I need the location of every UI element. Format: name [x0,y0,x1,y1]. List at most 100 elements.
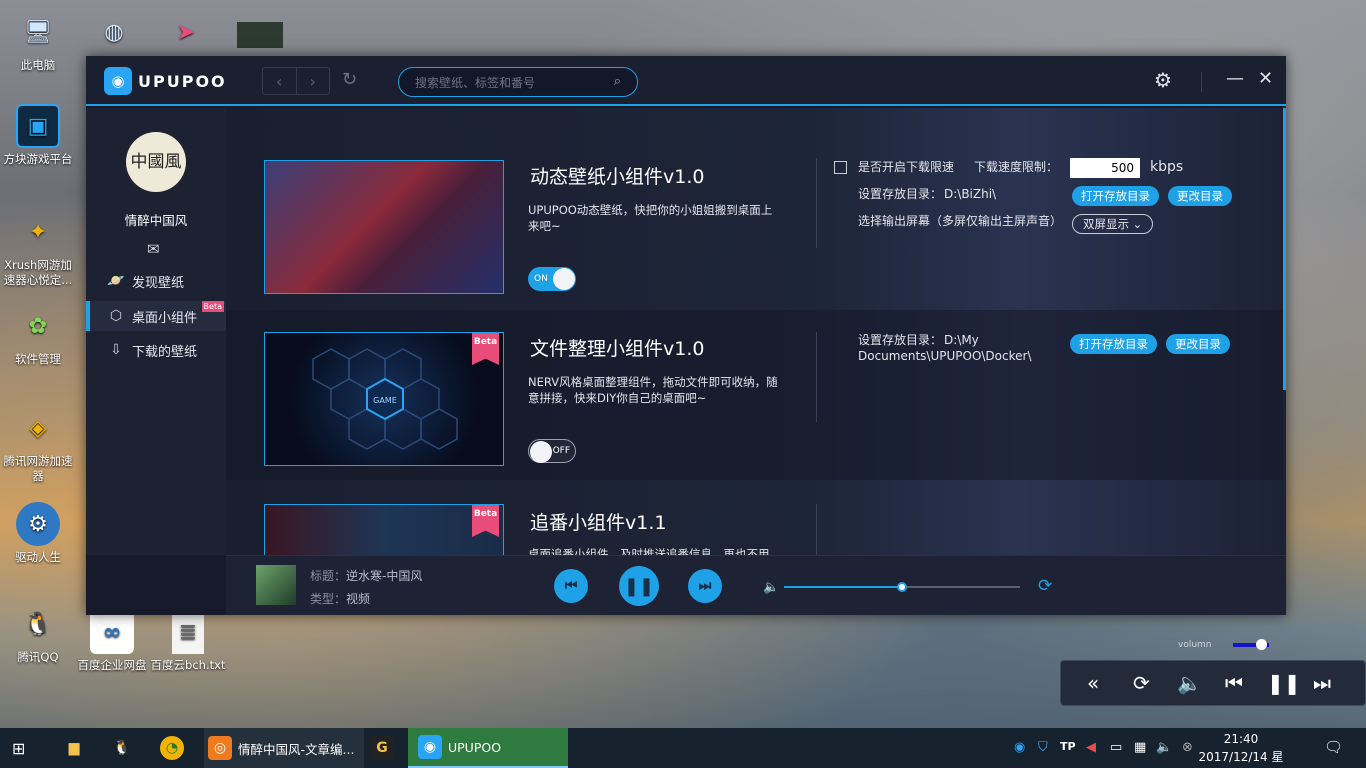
volume-fill [784,586,902,588]
green-app-icon: ◔ [160,736,184,760]
search-icon[interactable]: ⌕ [614,74,621,89]
beta-badge: Beta [201,301,224,312]
sidebar-item-discover[interactable]: 🪐 发现壁纸 [86,266,226,296]
title-label: 标题： [310,569,347,583]
pause-icon[interactable]: ❚❚ [1267,671,1301,695]
network-icon[interactable]: ▦ [1134,740,1146,755]
previous-icon[interactable]: ⏮ [1225,671,1243,695]
chevron-down-icon: ⌄ [1132,217,1143,231]
game-thumbnail-icon [237,22,283,48]
collapse-icon[interactable]: « [1087,671,1099,695]
desktop-icon-driver[interactable]: ⚙ 驱动人生 [0,502,76,565]
taskbar-explorer[interactable]: ▆ [62,728,86,768]
search-box: ⌕ [398,67,638,97]
desktop-icon-this-pc[interactable]: 🖥 此电脑 [0,10,76,73]
speed-input[interactable]: 500 [1070,158,1140,178]
taskbar-g-app[interactable]: G [370,728,394,768]
limit-checkbox[interactable] [834,161,847,174]
loop-icon[interactable]: ⟳ [1038,576,1052,596]
upupoo-window: ◉ UPUPOO ‹ › ↻ ⌕ ⚙ — ✕ 中國風 情醉中国风 ✉ 🪐 发现壁… [86,56,1286,615]
desktop-icon-tencent-accel[interactable]: ◈ 腾讯网游加速器 [0,406,76,484]
previous-button[interactable]: ⏮ [554,569,588,603]
next-icon[interactable]: ⏭ [1313,671,1331,695]
close-circle-icon[interactable]: ⊗ [1182,740,1193,755]
volume-slider[interactable] [784,582,1020,592]
back-button[interactable]: ‹ [263,68,296,94]
previous-icon: ⏮ [564,578,578,594]
scrollbar[interactable] [1283,108,1286,390]
speaker-icon[interactable]: 🔈 [1177,671,1202,695]
desktop-icon-fangkuai[interactable]: ▣ 方块游戏平台 [0,104,76,167]
sidebar-item-widgets[interactable]: ⬡ 桌面小组件 Beta [86,301,226,331]
tp-link-icon[interactable]: TP [1060,740,1076,753]
now-playing-thumbnail[interactable] [256,565,296,605]
desktop-icon-xrush[interactable]: ✦ Xrush网游加速器心悦定... [0,210,76,288]
taskbar-item-label: UPUPOO [448,739,502,755]
desktop-icon-game-thumb[interactable] [222,22,298,52]
card-divider [816,158,817,248]
folder-icon: ▆ [68,740,80,756]
screen-select[interactable]: 双屏显示 ⌄ [1072,214,1154,234]
avatar-text: 中國風 [130,151,182,172]
taskbar-app-green[interactable]: ◔ [160,728,184,768]
search-input[interactable] [415,74,605,91]
desktop-icon-baidu-pan[interactable]: ∞ 百度企业网盘 [74,610,150,673]
windows-icon: ⊞ [12,738,26,758]
title-bar: ◉ UPUPOO ‹ › ↻ ⌕ ⚙ — ✕ [86,56,1286,106]
close-icon[interactable]: ✕ [1258,68,1273,89]
gear-icon[interactable]: ⚙ [1154,68,1172,92]
taskbar: ⊞ ▆ 🐧 ◔ ◎ 情醉中国风-文章编... G ◉ UPUPOO ◉ ⛉ TP… [0,728,1366,768]
title-divider [1201,72,1202,92]
volume-knob[interactable] [897,582,907,592]
fangkuai-icon: ▣ [16,104,60,148]
qq-penguin-icon: 🐧 [24,611,52,637]
tray-upupoo-icon[interactable]: ◉ [1014,740,1025,755]
mini-volume-label: volumn [1178,640,1212,650]
desktop-icon-software[interactable]: ✿ 软件管理 [0,304,76,367]
toggle-knob [553,268,575,290]
volume-icon[interactable]: 🔈 [763,580,779,595]
taskbar-upupoo[interactable]: ◉ UPUPOO [408,728,568,768]
shield-icon[interactable]: ⛉ [1038,740,1048,755]
next-button[interactable]: ⏭ [688,569,722,603]
desktop-icon-bch-txt[interactable]: ≣ 百度云bch.txt [150,610,226,673]
change-dir-button[interactable]: 更改目录 [1166,334,1230,354]
taskbar-browser[interactable]: ◎ 情醉中国风-文章编... [204,728,364,768]
loop-icon[interactable]: ⟳ [1133,671,1150,695]
tray-red-icon[interactable]: ◀ [1086,740,1096,755]
computer-icon: 🖥 [24,19,52,45]
pause-button[interactable]: ❚❚ [619,566,659,606]
widget-title: 追番小组件v1.1 [530,512,667,534]
minimize-icon[interactable]: — [1226,68,1244,89]
taskbar-clock[interactable]: 21:40 2017/12/14 星期四 [1196,730,1286,768]
battery-icon[interactable]: ▭ [1110,740,1122,755]
start-button[interactable]: ⊞ [12,728,40,768]
forward-button[interactable]: › [295,68,330,94]
change-dir-button[interactable]: 更改目录 [1168,186,1232,206]
widget-description: UPUPOO动态壁纸，快把你的小姐姐搬到桌面上来吧~ [528,203,773,233]
refresh-icon[interactable]: ↻ [342,69,357,90]
app-logo: ◉ UPUPOO [104,67,227,95]
mail-icon[interactable]: ✉ [147,240,160,258]
notification-icon[interactable]: 🗨 [1324,738,1343,756]
widget-title: 文件整理小组件v1.0 [530,338,705,360]
desktop-icon-qq[interactable]: 🐧 腾讯QQ [0,602,76,665]
xrush-icon: ✦ [28,219,48,245]
text-file-icon: ≣ [172,610,204,654]
open-dir-button[interactable]: 打开存放目录 [1072,186,1159,206]
desktop-icon-network[interactable]: ◍ [76,10,152,58]
qq-penguin-icon: 🐧 [113,740,131,756]
mini-volume-knob[interactable] [1256,639,1267,650]
speaker-icon[interactable]: 🔈 [1156,740,1172,755]
sidebar-item-downloads[interactable]: ⇩ 下载的壁纸 [86,335,226,365]
avatar[interactable]: 中國風 [126,132,186,192]
widget-toggle[interactable]: ON [528,267,576,291]
upupoo-logo-icon: ◉ [418,735,442,759]
open-dir-button[interactable]: 打开存放目录 [1070,334,1157,354]
widget-toggle[interactable]: OFF [528,439,576,463]
desktop-icon-paper-plane[interactable]: ➤ [148,10,224,58]
now-playing-title: 标题：逆水寒-中国风 [310,567,422,584]
network-icon: ◍ [104,19,124,45]
taskbar-qq[interactable]: 🐧 [110,728,134,768]
browser-icon: ◎ [208,736,232,760]
